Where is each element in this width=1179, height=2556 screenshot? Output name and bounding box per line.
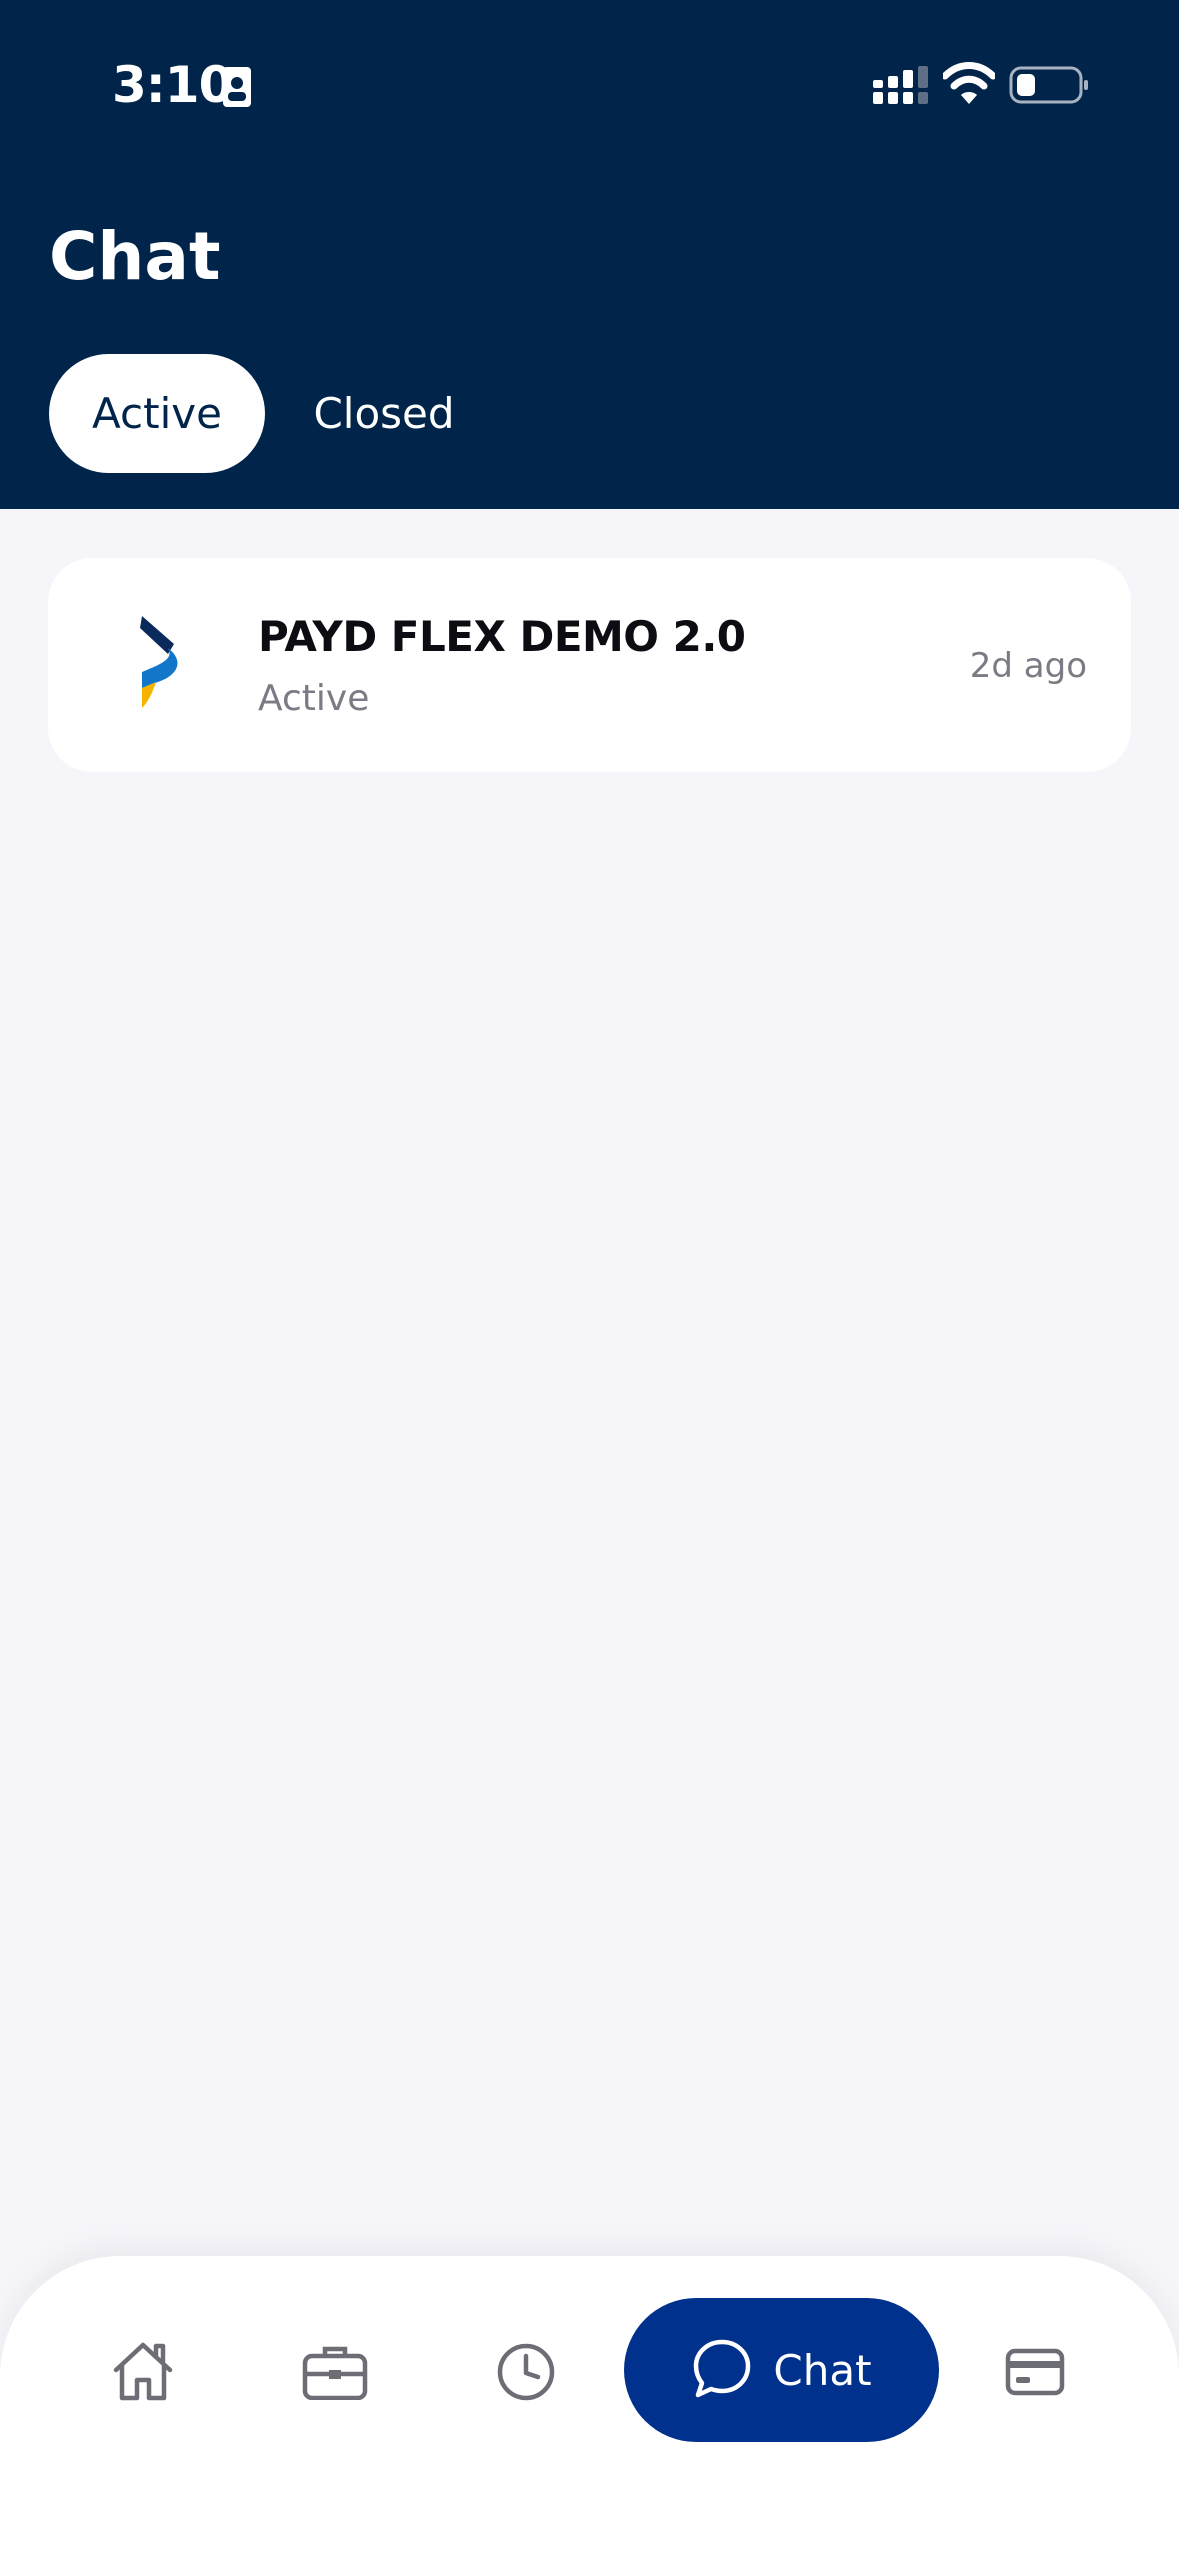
status-bar: 3:10 (0, 0, 1179, 175)
tab-active[interactable]: Active (49, 354, 265, 473)
home-icon[interactable] (110, 2338, 176, 2408)
briefcase-icon[interactable] (302, 2344, 368, 2404)
chat-name: PAYD FLEX DEMO 2.0 (258, 612, 746, 661)
payd-logo-icon (128, 614, 184, 714)
chat-nav-button[interactable]: Chat (624, 2298, 939, 2442)
id-badge-icon (222, 66, 252, 112)
signal-icon (873, 66, 931, 110)
page-title: Chat (49, 218, 221, 295)
chat-status: Active (258, 678, 370, 719)
chat-bubble-icon (691, 2337, 753, 2403)
header: 3:10 Chat Active Closed (0, 0, 1179, 509)
battery-icon (1009, 66, 1089, 110)
tab-closed[interactable]: Closed (289, 354, 479, 473)
clock-icon[interactable] (496, 2342, 556, 2406)
status-time: 3:10 (112, 56, 233, 114)
chat-nav-label: Chat (773, 2345, 872, 2395)
wifi-icon (941, 62, 997, 110)
chat-timestamp: 2d ago (969, 646, 1087, 686)
chat-list-item[interactable]: PAYD FLEX DEMO 2.0 Active 2d ago (48, 558, 1131, 772)
credit-card-icon[interactable] (1005, 2348, 1065, 2400)
bottom-navigation: Chat (0, 2256, 1179, 2556)
